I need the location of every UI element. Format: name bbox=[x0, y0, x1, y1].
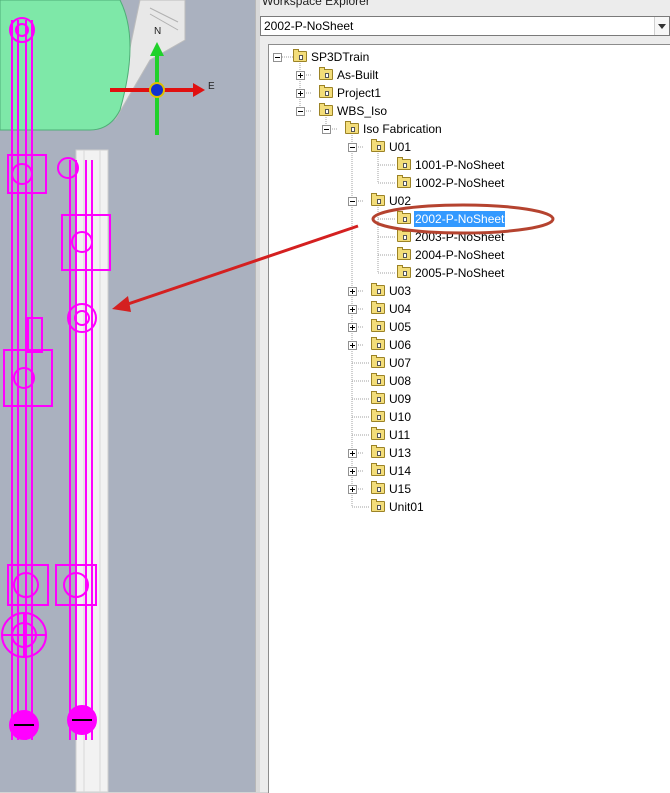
expand-icon[interactable] bbox=[348, 323, 357, 332]
folder-icon bbox=[371, 409, 385, 422]
tree-node-label: 1002-P-NoSheet bbox=[415, 176, 505, 190]
collapse-icon[interactable] bbox=[322, 125, 331, 134]
folder-icon bbox=[397, 247, 411, 260]
tree-node-label: U10 bbox=[389, 410, 412, 424]
chevron-down-icon[interactable] bbox=[654, 17, 669, 35]
tree-node-label: U01 bbox=[389, 140, 412, 154]
workspace-tree[interactable]: SP3DTrain As-Built Project1 WBS_Iso Iso … bbox=[268, 44, 670, 793]
collapse-icon[interactable] bbox=[348, 143, 357, 152]
folder-icon bbox=[371, 499, 385, 512]
compass-north-label: N bbox=[154, 26, 162, 37]
folder-icon bbox=[371, 139, 385, 152]
tree-node-label: U07 bbox=[389, 356, 412, 370]
folder-icon bbox=[397, 265, 411, 278]
tree-node-label: WBS_Iso bbox=[337, 104, 388, 118]
expand-icon[interactable] bbox=[296, 71, 305, 80]
folder-icon bbox=[397, 211, 411, 224]
folder-icon bbox=[371, 445, 385, 458]
vessel-shape bbox=[0, 0, 131, 131]
tree-node-label: Iso Fabrication bbox=[363, 122, 442, 136]
tree-node-label: U11 bbox=[389, 428, 411, 442]
tree-node-label: U05 bbox=[389, 320, 412, 334]
tree-node-label: U09 bbox=[389, 392, 412, 406]
tree-node-label: U15 bbox=[389, 482, 412, 496]
folder-icon bbox=[371, 193, 385, 206]
folder-icon bbox=[397, 175, 411, 188]
tree-node-label: 2005-P-NoSheet bbox=[415, 266, 505, 280]
workspace-filter-value: 2002-P-NoSheet bbox=[264, 19, 354, 33]
folder-icon bbox=[345, 121, 359, 134]
tree-node-label: U06 bbox=[389, 338, 412, 352]
expand-icon[interactable] bbox=[296, 89, 305, 98]
folder-icon bbox=[319, 85, 333, 98]
tree-node-label: 2004-P-NoSheet bbox=[415, 248, 505, 262]
collapse-icon[interactable] bbox=[296, 107, 305, 116]
expand-icon[interactable] bbox=[348, 305, 357, 314]
tree-connector-lines bbox=[282, 56, 395, 508]
workspace-explorer-panel: Workspace Explorer 2002-P-NoSheet SP3DTr… bbox=[260, 0, 670, 793]
expand-icon[interactable] bbox=[348, 287, 357, 296]
tree-node-label: As-Built bbox=[337, 68, 379, 82]
folder-icon bbox=[371, 373, 385, 386]
expand-icon[interactable] bbox=[348, 449, 357, 458]
tree-node-label: U13 bbox=[389, 446, 412, 460]
folder-icon bbox=[371, 319, 385, 332]
folder-icon bbox=[319, 103, 333, 116]
tree-node-label: U03 bbox=[389, 284, 412, 298]
folder-icon bbox=[371, 391, 385, 404]
folder-icon bbox=[371, 283, 385, 296]
expand-icon[interactable] bbox=[348, 467, 357, 476]
folder-icon bbox=[371, 463, 385, 476]
expand-icon[interactable] bbox=[348, 341, 357, 350]
folder-icon bbox=[371, 301, 385, 314]
tree-node-label: U08 bbox=[389, 374, 412, 388]
tree-node-label: Project1 bbox=[337, 86, 382, 100]
tree-node-label: Unit01 bbox=[389, 500, 424, 514]
folder-icon bbox=[371, 355, 385, 368]
tree-node-label: U02 bbox=[389, 194, 412, 208]
3d-graphic-view[interactable]: N E bbox=[0, 0, 255, 792]
folder-icon bbox=[319, 67, 333, 80]
tree-node-label: U14 bbox=[389, 464, 412, 478]
folder-icon bbox=[371, 481, 385, 494]
folder-icon bbox=[397, 229, 411, 242]
compass-east-label: E bbox=[208, 81, 215, 92]
workspace-filter-select[interactable]: 2002-P-NoSheet bbox=[260, 16, 670, 36]
collapse-icon[interactable] bbox=[273, 53, 282, 62]
folder-icon bbox=[293, 49, 307, 62]
expand-icon[interactable] bbox=[348, 485, 357, 494]
panel-title: Workspace Explorer bbox=[262, 0, 370, 8]
folder-icon bbox=[371, 427, 385, 440]
collapse-icon[interactable] bbox=[348, 197, 357, 206]
tree-node-label: SP3DTrain bbox=[311, 50, 370, 64]
piping-model-drawing bbox=[0, 0, 205, 792]
folder-icon bbox=[397, 157, 411, 170]
tree-node-label-selected: 2002-P-NoSheet bbox=[414, 211, 506, 227]
tree-node-label: U04 bbox=[389, 302, 412, 316]
tree-node-label: 2003-P-NoSheet bbox=[415, 230, 505, 244]
folder-icon bbox=[371, 337, 385, 350]
tree-node-label: 1001-P-NoSheet bbox=[415, 158, 505, 172]
